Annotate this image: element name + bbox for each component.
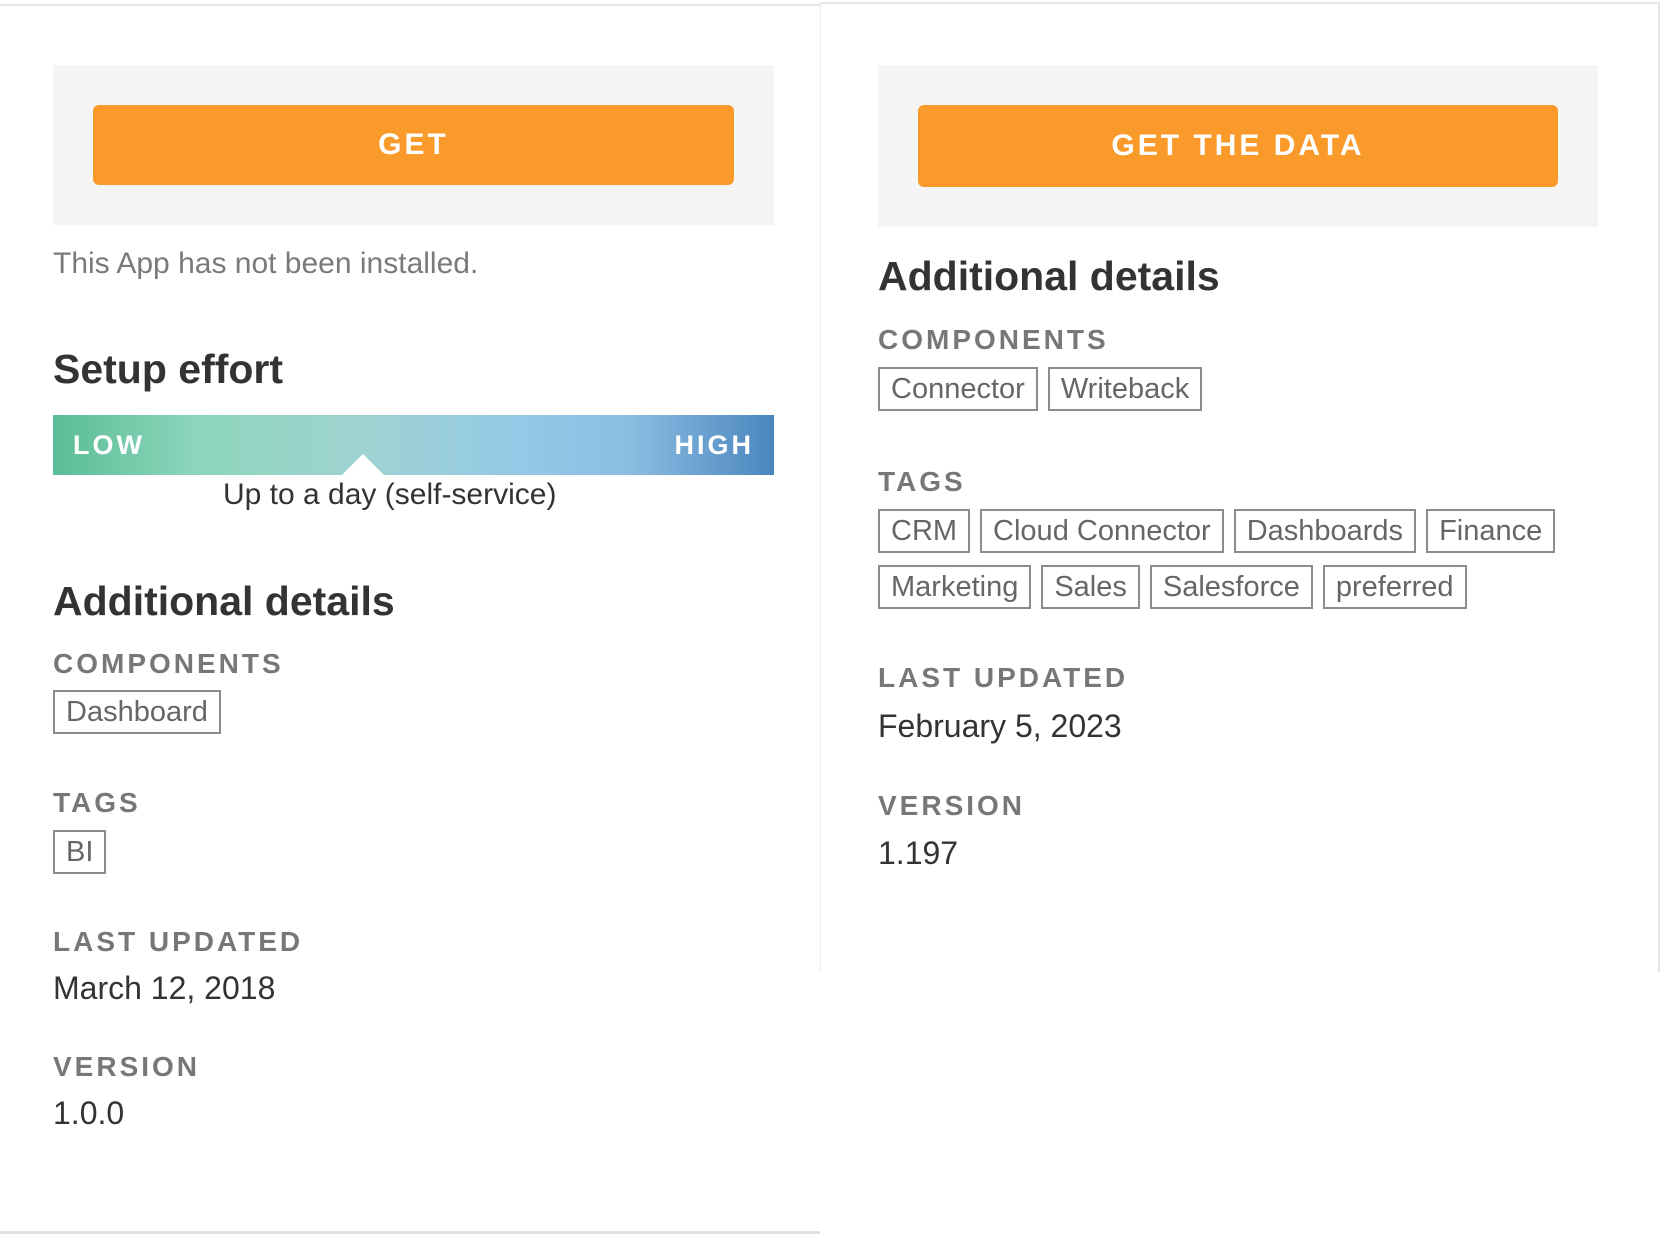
left-version-label: VERSION <box>53 1051 201 1082</box>
tag-chip[interactable]: Dashboards <box>1233 509 1417 553</box>
effort-high-label: HIGH <box>674 430 754 460</box>
left-last-updated-value: March 12, 2018 <box>53 970 276 1006</box>
left-components-label: COMPONENTS <box>53 648 284 679</box>
right-components-list: Connector Writeback <box>878 367 1598 411</box>
component-chip[interactable]: Writeback <box>1047 367 1203 411</box>
left-components-list: Dashboard <box>53 690 773 734</box>
tag-chip[interactable]: BI <box>53 830 107 874</box>
setup-effort-bar: LOW HIGH <box>53 415 774 475</box>
right-components-label: COMPONENTS <box>878 324 1109 355</box>
tag-chip[interactable]: CRM <box>878 509 971 553</box>
right-last-updated-value: February 5, 2023 <box>878 708 1122 744</box>
tag-chip[interactable]: preferred <box>1322 565 1467 609</box>
left-tags-label: TAGS <box>53 787 141 818</box>
left-last-updated-label: LAST UPDATED <box>53 926 304 957</box>
tag-chip[interactable]: Cloud Connector <box>980 509 1224 553</box>
right-last-updated-label: LAST UPDATED <box>878 662 1129 693</box>
right-tags-list: CRM Cloud Connector Dashboards Finance M… <box>878 509 1558 609</box>
effort-level-pointer <box>342 454 385 475</box>
install-status-text: This App has not been installed. <box>53 247 479 280</box>
get-the-data-button[interactable]: GET THE DATA <box>918 105 1558 187</box>
effort-low-label: LOW <box>73 430 145 460</box>
tag-chip[interactable]: Sales <box>1041 565 1140 609</box>
right-version-label: VERSION <box>878 790 1026 821</box>
setup-effort-caption: Up to a day (self-service) <box>223 478 557 511</box>
right-version-value: 1.197 <box>878 835 959 871</box>
setup-effort-heading: Setup effort <box>53 346 284 392</box>
app-details-comparison: GET This App has not been installed. Set… <box>0 0 1662 1258</box>
left-tags-list: BI <box>53 830 773 874</box>
tag-chip[interactable]: Finance <box>1426 509 1556 553</box>
tag-chip[interactable]: Marketing <box>878 565 1032 609</box>
component-chip[interactable]: Connector <box>878 367 1038 411</box>
right-tags-label: TAGS <box>878 466 966 497</box>
get-button[interactable]: GET <box>93 105 734 185</box>
tag-chip[interactable]: Salesforce <box>1149 565 1313 609</box>
left-details-heading: Additional details <box>53 578 395 624</box>
component-chip[interactable]: Dashboard <box>53 690 221 734</box>
right-details-heading: Additional details <box>878 253 1220 299</box>
left-version-value: 1.0.0 <box>53 1095 125 1131</box>
